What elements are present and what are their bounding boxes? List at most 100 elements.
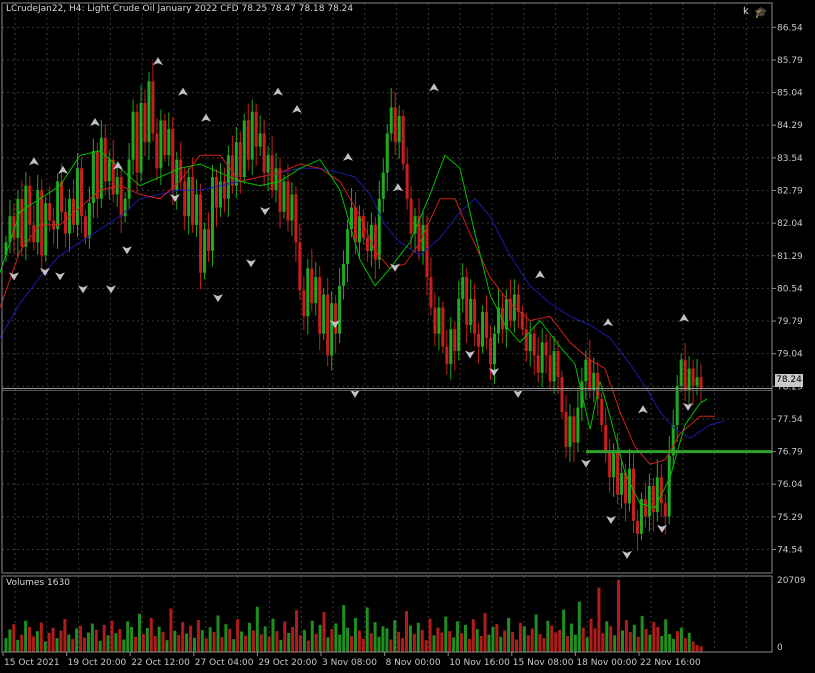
volume-bar — [342, 605, 346, 652]
candle-body — [600, 398, 604, 426]
k-button[interactable]: k — [743, 6, 749, 17]
candle-body — [373, 224, 377, 260]
volume-bar — [145, 628, 149, 652]
volume-bar — [98, 640, 102, 652]
volume-bar — [39, 622, 43, 652]
y-tick-label: 75.29 — [777, 513, 803, 523]
volume-bar — [679, 627, 683, 652]
volume-bar — [322, 612, 326, 652]
chart-canvas[interactable]: 86.54 85.79 85.04 84.29 83.54 82.79 82.04 81.29… — [0, 0, 815, 673]
candle-body — [532, 333, 536, 356]
fractal-up-marker — [292, 104, 302, 113]
volume-bar — [4, 638, 8, 652]
x-tick-label: 10 Nov 16:00 — [449, 658, 510, 668]
candle-body — [481, 311, 485, 347]
volume-bar — [554, 632, 558, 652]
volume-bar — [302, 629, 306, 652]
fractal-down-marker — [55, 272, 65, 281]
volume-bar — [291, 626, 295, 652]
volume-bar — [169, 608, 173, 652]
y-tick-label: 81.29 — [777, 252, 803, 262]
volume-bar — [550, 625, 554, 652]
volume-bar — [675, 631, 679, 652]
y-tick-label: 84.29 — [777, 121, 803, 131]
volume-bar — [94, 629, 98, 652]
volume-bar — [577, 601, 581, 652]
candle-body — [409, 198, 413, 234]
x-tick-label: 18 Nov 00:00 — [576, 658, 637, 668]
candle-body — [266, 155, 270, 173]
volume-bar — [287, 632, 291, 652]
candle-body — [314, 277, 318, 304]
fractal-up-marker — [90, 118, 100, 127]
volume-bar — [412, 633, 416, 652]
volume-bar — [63, 618, 67, 652]
volume-bar — [503, 630, 507, 652]
candle-body — [79, 168, 83, 217]
candle-body — [246, 120, 250, 160]
volume-bar — [130, 626, 134, 652]
volume-bar — [518, 622, 522, 652]
volume-bar — [463, 624, 467, 652]
graduation-cap-icon[interactable]: 🎓 — [754, 6, 768, 19]
candle-body — [699, 377, 703, 389]
candle-body — [258, 133, 262, 147]
volume-bar — [228, 628, 232, 652]
candle-body — [238, 142, 242, 178]
volume-bar — [573, 634, 577, 652]
volume-bar — [326, 637, 330, 652]
candle-body — [20, 198, 24, 247]
candle-body — [687, 368, 691, 391]
volume-bar — [668, 633, 672, 652]
volume-bar — [467, 638, 471, 652]
fractal-down-marker — [513, 389, 523, 398]
candle-body — [675, 385, 679, 426]
volume-bars — [4, 580, 703, 652]
candle-body — [647, 485, 651, 517]
y-tick-label: 85.79 — [777, 56, 803, 66]
candle-body — [552, 351, 556, 382]
candle-body — [310, 268, 314, 304]
volume-bar — [86, 632, 90, 652]
candle-body — [365, 237, 369, 251]
volume-bar — [346, 627, 350, 652]
candle-body — [179, 159, 183, 182]
candle-body — [40, 190, 44, 256]
volume-bar — [12, 624, 16, 652]
candle-body — [290, 194, 294, 221]
chart-header: LCrudeJan22, H4: Light Crude Oil January… — [6, 4, 353, 14]
candle-body — [489, 338, 493, 365]
price-levels — [2, 387, 772, 454]
volume-bar — [71, 638, 75, 652]
candle-body — [123, 198, 127, 217]
candle-body — [270, 155, 274, 191]
candle-body — [564, 411, 568, 447]
candle-body — [441, 307, 445, 347]
volume-bar — [157, 626, 161, 652]
volume-bar — [67, 634, 71, 652]
candle-body — [48, 203, 52, 221]
candle-body — [342, 264, 346, 286]
candle-body — [195, 194, 199, 225]
volume-bar — [507, 617, 511, 652]
candle-body — [560, 377, 564, 412]
volume-bar — [546, 620, 550, 652]
fractal-down-marker — [106, 285, 116, 294]
volume-bar — [538, 633, 542, 652]
candle-body — [64, 211, 68, 234]
volume-bar — [393, 620, 397, 652]
volume-bar — [275, 631, 279, 652]
volume-bar — [416, 622, 420, 652]
fractal-up-marker — [603, 318, 613, 327]
volume-bar — [185, 633, 189, 652]
fractal-up-marker — [58, 165, 68, 174]
candle-body — [492, 333, 496, 365]
volume-bar — [672, 638, 676, 652]
volume-bar — [609, 626, 613, 652]
volume-bar — [263, 626, 267, 652]
x-tick-label: 8 Nov 00:00 — [386, 658, 441, 668]
fractal-up-marker — [273, 87, 283, 96]
candle-body — [453, 329, 457, 352]
volume-bar — [593, 628, 597, 652]
x-tick-label: 22 Oct 12:00 — [131, 658, 190, 668]
